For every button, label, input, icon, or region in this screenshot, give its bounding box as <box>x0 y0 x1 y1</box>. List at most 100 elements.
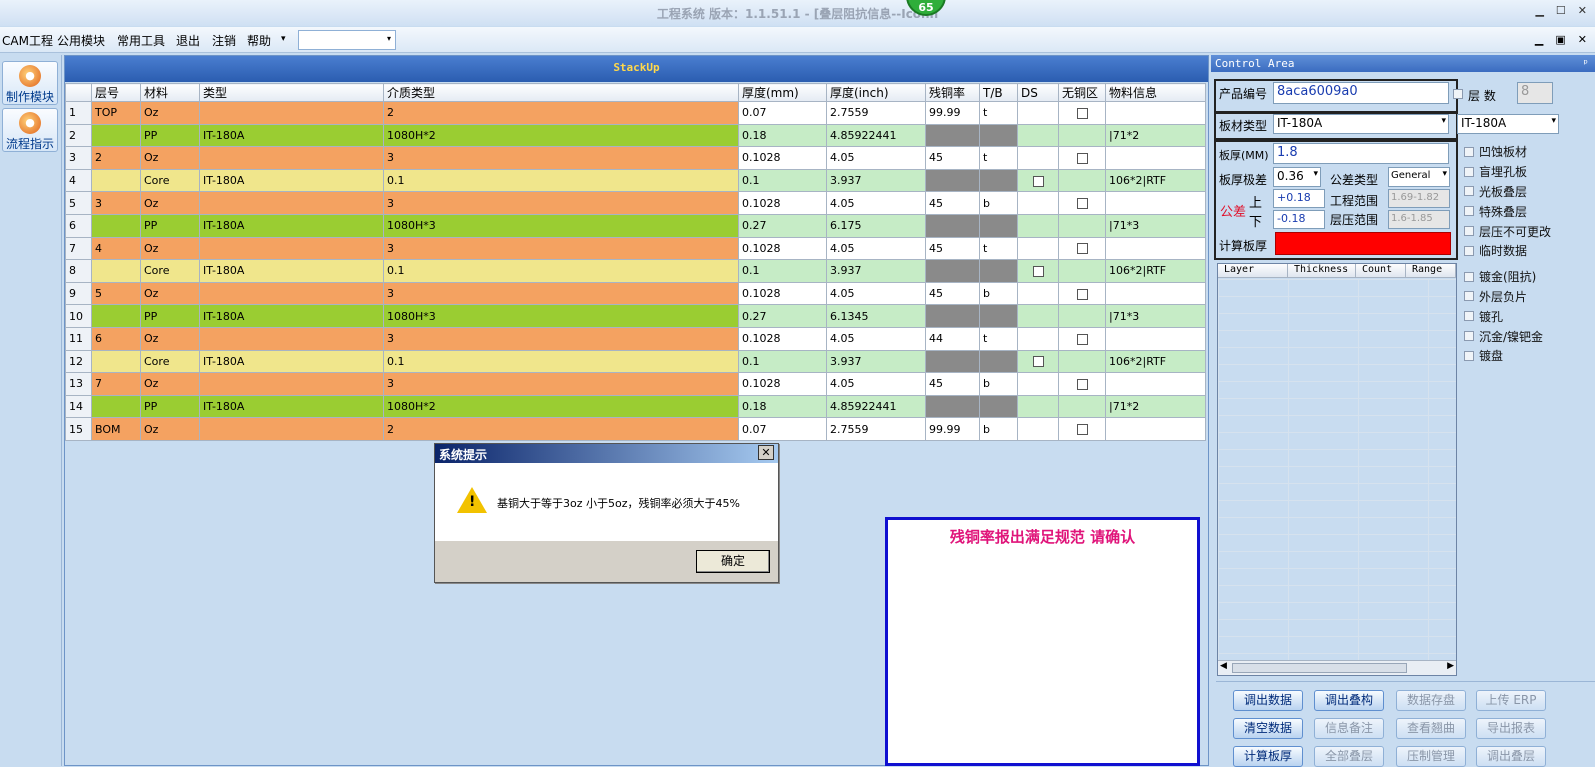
material-cell[interactable]: Oz <box>140 191 200 215</box>
ds-cell[interactable] <box>1017 191 1059 215</box>
copper-ratio-cell[interactable] <box>925 123 980 148</box>
menu-exit[interactable]: 退出 <box>176 32 200 49</box>
material-info-cell[interactable] <box>1105 417 1206 441</box>
close-icon[interactable]: ✕ <box>1578 4 1587 17</box>
tb-cell[interactable] <box>979 123 1018 148</box>
dielectric-type-cell[interactable]: 2 <box>383 101 739 125</box>
layer-no-cell[interactable]: BOM <box>91 417 141 441</box>
table-row[interactable]: 4 Core IT-180A 0.1 0.1 3.937 106*2|RTF <box>65 168 1206 193</box>
type-cell[interactable] <box>199 236 384 261</box>
copper-ratio-cell[interactable]: 44 <box>925 326 980 351</box>
board-type-select[interactable]: IT-180A ▾ <box>1273 114 1449 134</box>
no-copper-cell[interactable] <box>1058 236 1106 261</box>
thickness-mm-cell[interactable]: 0.1 <box>738 168 827 193</box>
layer-no-cell[interactable] <box>91 168 141 193</box>
flow-guide-button[interactable]: ● 流程指示 <box>2 108 58 152</box>
tb-cell[interactable] <box>979 259 1018 283</box>
press-range-input[interactable]: 1.6-1.85 <box>1388 210 1450 229</box>
copper-ratio-cell[interactable] <box>925 304 980 328</box>
ds-cell[interactable] <box>1017 349 1059 374</box>
copper-ratio-cell[interactable]: 45 <box>925 281 980 306</box>
all-stackup-button[interactable]: 全部叠层 <box>1314 746 1384 767</box>
upper-tol-input[interactable]: +0.18 <box>1273 189 1325 208</box>
no-copper-cell[interactable] <box>1058 372 1106 396</box>
ds-checkbox[interactable] <box>1032 265 1044 277</box>
calc-thickness-button[interactable]: 计算板厚 <box>1233 746 1303 767</box>
no-copper-cell[interactable] <box>1058 123 1106 148</box>
ds-cell[interactable] <box>1017 101 1059 125</box>
load-layers-button[interactable]: 调出叠层 <box>1476 746 1546 767</box>
thickness-inch-cell[interactable]: 4.05 <box>826 281 926 306</box>
material-cell[interactable]: Oz <box>140 372 200 396</box>
thickness-inch-cell[interactable]: 3.937 <box>826 168 926 193</box>
clear-data-button[interactable]: 清空数据 <box>1233 718 1303 739</box>
thickness-inch-cell[interactable]: 4.05 <box>826 236 926 261</box>
copper-ratio-cell[interactable] <box>925 259 980 283</box>
option-checkbox-item[interactable]: 盲埋孔板 <box>1464 162 1551 182</box>
info-note-button[interactable]: 信息备注 <box>1314 718 1384 739</box>
option-checkbox-item[interactable]: 外层负片 <box>1464 287 1551 307</box>
maximize-icon[interactable]: ☐ <box>1556 4 1566 17</box>
material-cell[interactable]: Oz <box>140 236 200 261</box>
ds-cell[interactable] <box>1017 394 1059 419</box>
tb-cell[interactable] <box>979 349 1018 374</box>
table-row[interactable]: 12 Core IT-180A 0.1 0.1 3.937 106*2|RTF <box>65 349 1206 374</box>
menu-common-modules[interactable]: 公用模块 <box>57 32 105 49</box>
layer-no-cell[interactable]: 5 <box>91 281 141 306</box>
scroll-thumb[interactable] <box>1232 663 1407 673</box>
no-copper-checkbox[interactable] <box>1076 107 1088 119</box>
option-checkbox-item[interactable]: 镀孔 <box>1464 306 1551 326</box>
copper-ratio-cell[interactable]: 99.99 <box>925 101 980 125</box>
tolerance-type-select[interactable]: General ▾ <box>1388 167 1450 187</box>
dielectric-type-cell[interactable]: 0.1 <box>383 168 739 193</box>
no-copper-checkbox[interactable] <box>1076 243 1088 255</box>
layer-no-cell[interactable]: 2 <box>91 146 141 170</box>
eng-range-input[interactable]: 1.69-1.82 <box>1388 189 1450 208</box>
ds-cell[interactable] <box>1017 281 1059 306</box>
option-checkbox-item[interactable]: 凹蚀板材 <box>1464 142 1551 162</box>
copper-ratio-cell[interactable] <box>925 349 980 374</box>
no-copper-cell[interactable] <box>1058 191 1106 215</box>
dielectric-type-cell[interactable]: 2 <box>383 417 739 441</box>
no-copper-checkbox[interactable] <box>1076 198 1088 210</box>
material-cell[interactable]: PP <box>140 394 200 419</box>
table-row[interactable]: 3 2 Oz 3 0.1028 4.05 45 t <box>65 146 1206 170</box>
material-info-cell[interactable] <box>1105 146 1206 170</box>
menu-combo[interactable]: ▾ <box>298 30 396 50</box>
no-copper-checkbox[interactable] <box>1076 152 1088 164</box>
no-copper-cell[interactable] <box>1058 304 1106 328</box>
table-row[interactable]: 8 Core IT-180A 0.1 0.1 3.937 106*2|RTF <box>65 259 1206 283</box>
thickness-inch-cell[interactable]: 3.937 <box>826 259 926 283</box>
tb-cell[interactable] <box>979 213 1018 238</box>
ds-cell[interactable] <box>1017 168 1059 193</box>
thickness-mm-cell[interactable]: 0.1 <box>738 259 827 283</box>
material-cell[interactable]: PP <box>140 123 200 148</box>
thickness-inch-cell[interactable]: 6.1345 <box>826 304 926 328</box>
layers-input[interactable]: 8 <box>1517 82 1553 104</box>
thickness-mm-cell[interactable]: 0.18 <box>738 123 827 148</box>
checkbox-icon[interactable] <box>1464 271 1474 282</box>
dielectric-type-cell[interactable]: 1080H*2 <box>383 123 739 148</box>
checkbox-icon[interactable] <box>1464 206 1474 217</box>
lower-tol-input[interactable]: -0.18 <box>1273 210 1325 229</box>
tb-cell[interactable]: t <box>979 146 1018 170</box>
material-info-cell[interactable] <box>1105 326 1206 351</box>
layer-no-cell[interactable] <box>91 213 141 238</box>
no-copper-checkbox[interactable] <box>1076 288 1088 300</box>
type-cell[interactable] <box>199 326 384 351</box>
material-info-cell[interactable]: |71*3 <box>1105 213 1206 238</box>
no-copper-cell[interactable] <box>1058 326 1106 351</box>
dielectric-type-cell[interactable]: 3 <box>383 372 739 396</box>
material-cell[interactable]: Core <box>140 168 200 193</box>
checkbox-icon[interactable] <box>1464 226 1474 237</box>
ds-cell[interactable] <box>1017 417 1059 441</box>
no-copper-cell[interactable] <box>1058 213 1106 238</box>
upload-erp-button[interactable]: 上传 ERP <box>1476 690 1546 711</box>
material-cell[interactable]: PP <box>140 213 200 238</box>
thickness-inch-cell[interactable]: 4.85922441 <box>826 123 926 148</box>
thickness-mm-cell[interactable]: 0.1028 <box>738 372 827 396</box>
product-input[interactable]: 8aca6009a0 <box>1273 82 1449 104</box>
no-copper-cell[interactable] <box>1058 101 1106 125</box>
thickness-mm-cell[interactable]: 0.18 <box>738 394 827 419</box>
ds-cell[interactable] <box>1017 123 1059 148</box>
